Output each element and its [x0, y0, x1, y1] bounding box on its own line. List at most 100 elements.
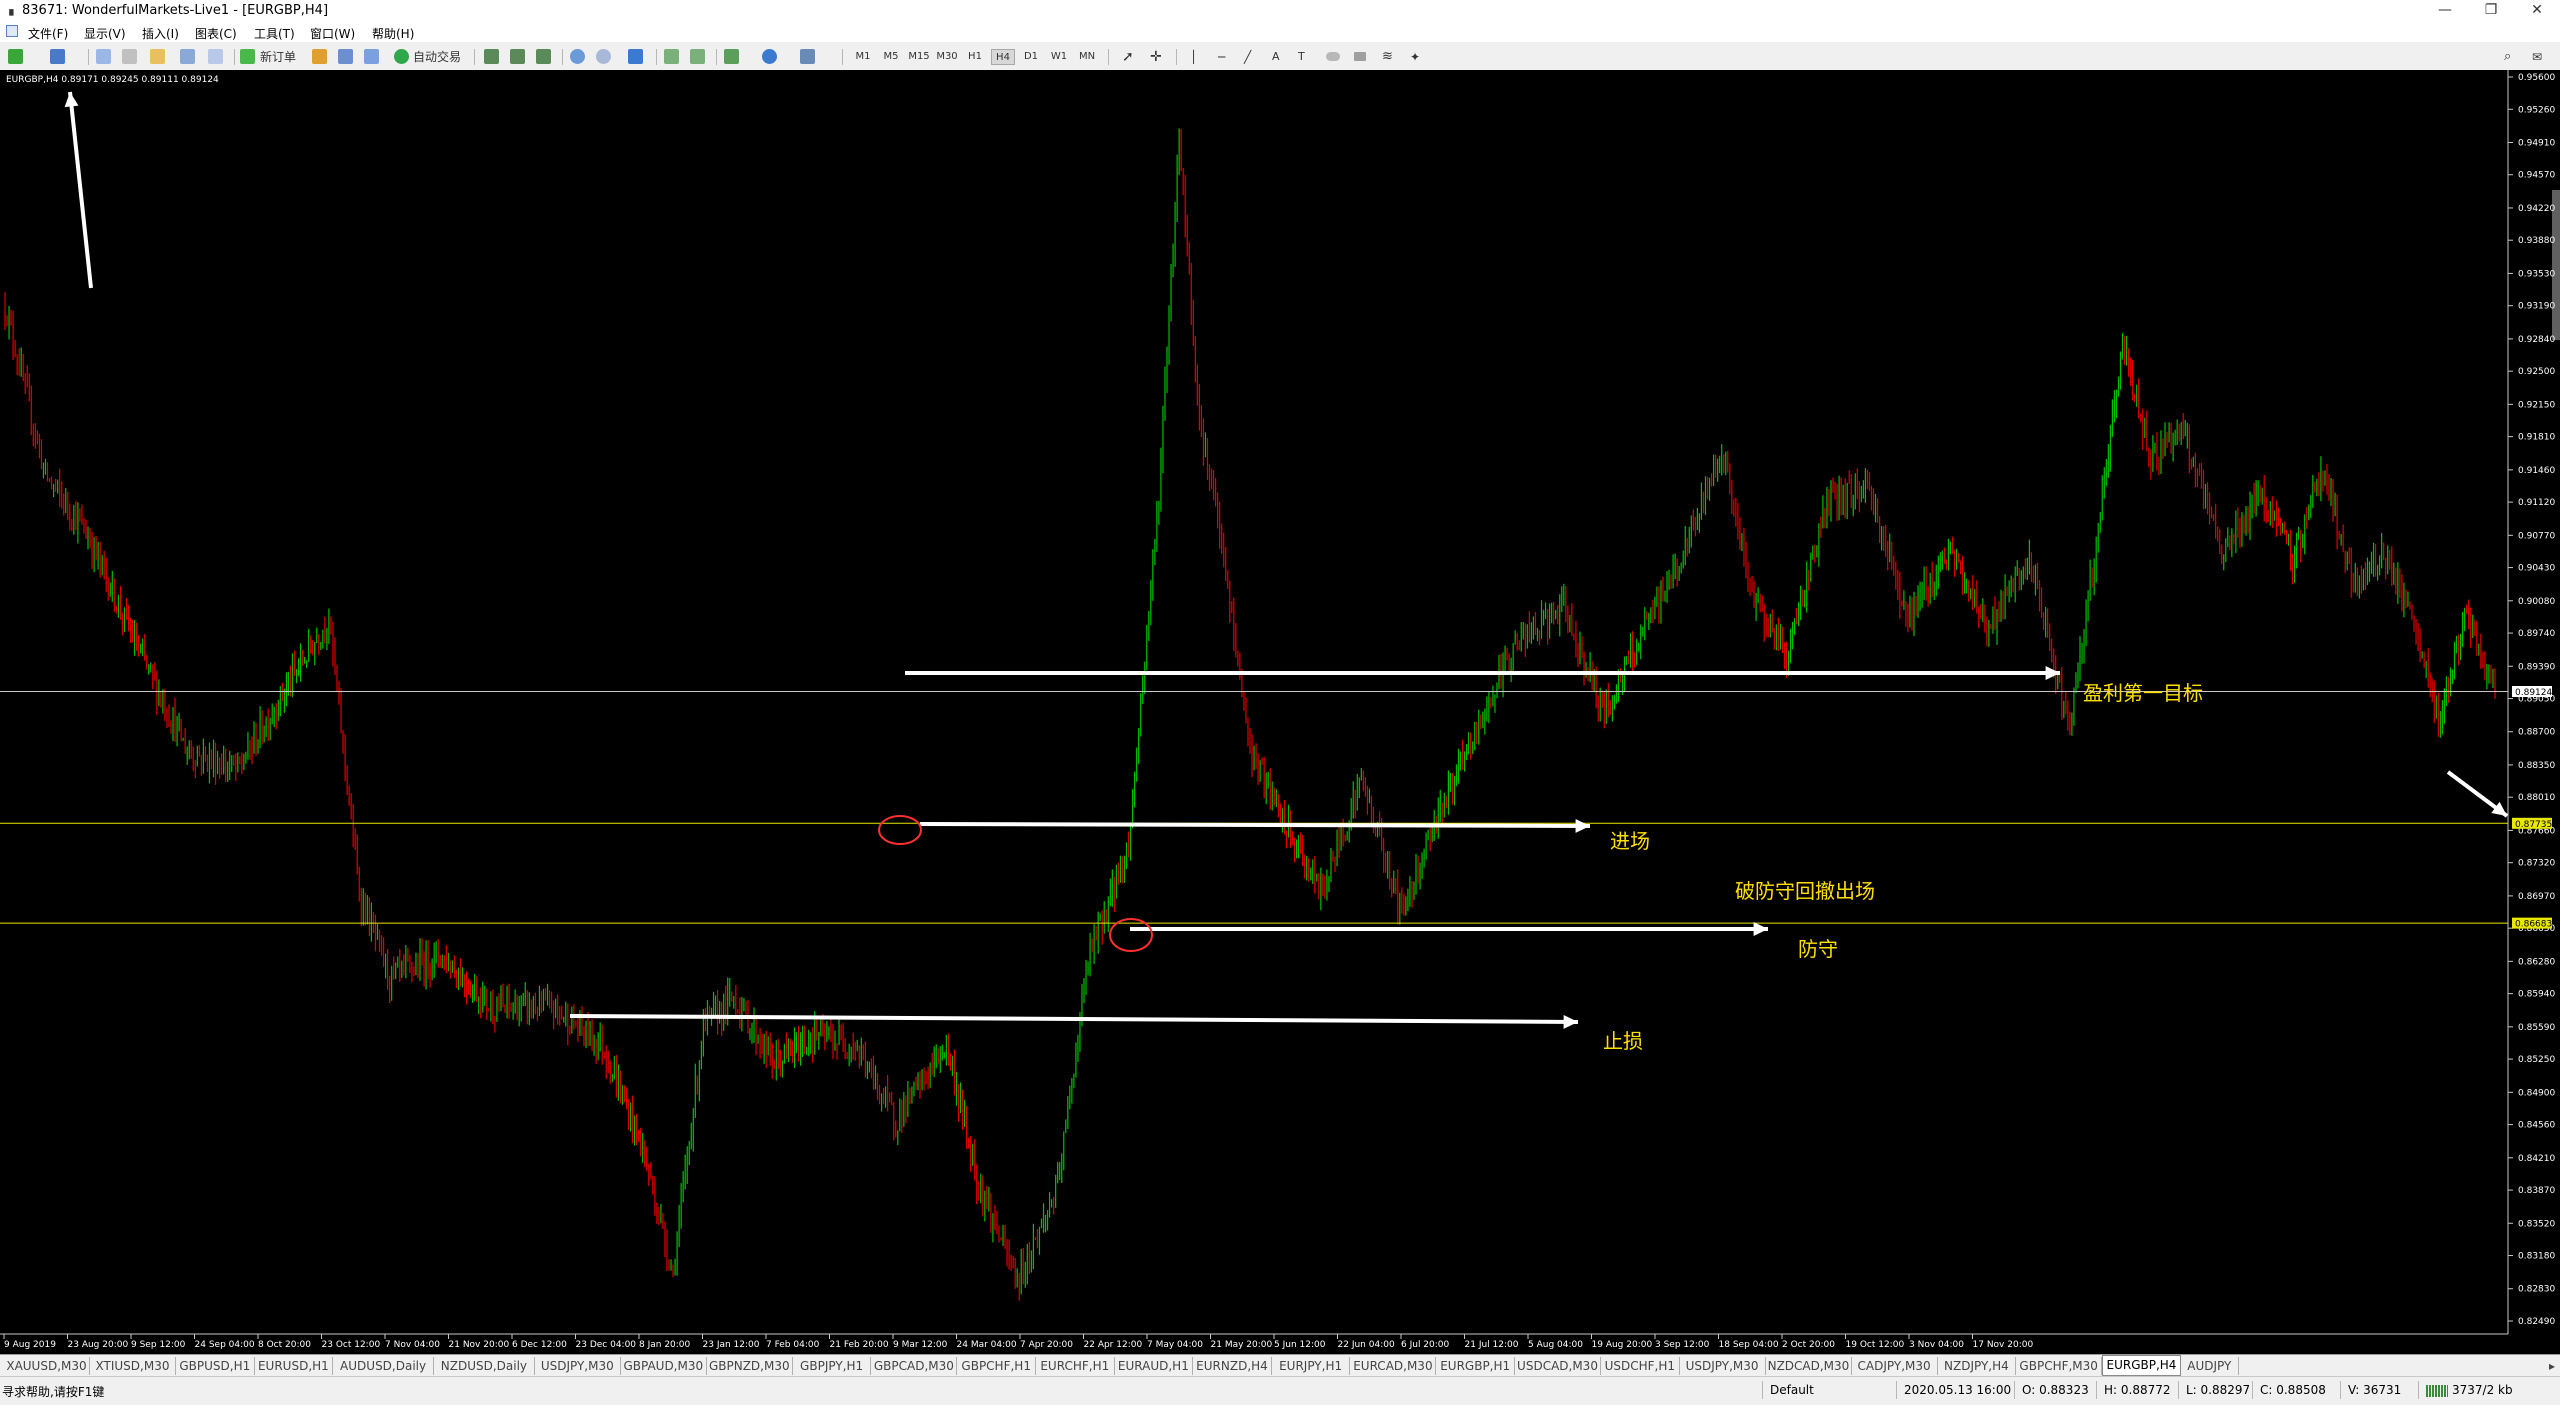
symbol-tab[interactable]: EURGBP,H1 [1436, 1357, 1515, 1375]
document-icon [6, 25, 18, 37]
market-watch-icon[interactable] [96, 49, 111, 64]
fibonacci-icon[interactable]: ≋ [1382, 48, 1393, 66]
symbol-tab[interactable]: GBPNZD,M30 [707, 1357, 793, 1375]
symbol-tab[interactable]: GBPUSD,H1 [176, 1357, 255, 1375]
timeframe-m30[interactable]: M30 [935, 49, 959, 65]
data-window-icon[interactable] [122, 49, 137, 64]
symbol-tab[interactable]: AUDJPY [2181, 1357, 2239, 1375]
text-label-icon[interactable]: T [1298, 48, 1305, 66]
new-chart-icon[interactable] [8, 49, 23, 64]
symbol-tab[interactable]: USDJPY,M30 [1680, 1357, 1766, 1375]
symbol-tab[interactable]: EURAUD,H1 [1115, 1357, 1194, 1375]
symbol-tab[interactable]: EURCAD,M30 [1350, 1357, 1437, 1375]
symbol-tab[interactable]: GBPCAD,M30 [871, 1357, 958, 1375]
symbol-tab[interactable]: NZDUSD,Daily [434, 1357, 535, 1375]
tab-scroll-arrow-icon[interactable]: ▸ [2544, 1357, 2560, 1375]
templates-icon[interactable] [800, 49, 815, 64]
price-label: 0.94220 [2518, 204, 2555, 214]
symbol-tab[interactable]: USDJPY,M30 [535, 1357, 621, 1375]
trendline-icon[interactable]: ╱ [1244, 48, 1251, 66]
symbol-tab[interactable]: USDCHF,H1 [1601, 1357, 1680, 1375]
menu-view[interactable]: 显示(V) [84, 25, 126, 42]
time-label: 22 Jun 04:00 [1338, 1340, 1395, 1350]
indicators-icon[interactable] [724, 49, 739, 64]
time-label: 23 Dec 04:00 [576, 1340, 637, 1350]
status-datetime: 2020.05.13 16:00 [1904, 1383, 2012, 1397]
menu-tools[interactable]: 工具(T) [254, 25, 295, 42]
profiles-icon[interactable] [50, 49, 65, 64]
cursor-icon[interactable]: ➚ [1122, 48, 1134, 66]
tile-windows-icon[interactable] [628, 49, 643, 64]
restore-button[interactable]: ❐ [2468, 0, 2514, 22]
text-tool-icon[interactable]: A [1272, 48, 1280, 66]
timeframe-w1[interactable]: W1 [1047, 49, 1071, 65]
price-label: 0.92150 [2518, 400, 2555, 410]
timeframe-d1[interactable]: D1 [1019, 49, 1043, 65]
timeframe-m15[interactable]: M15 [907, 49, 931, 65]
search-icon[interactable]: ⌕ [2504, 48, 2511, 66]
menu-help[interactable]: 帮助(H) [372, 25, 414, 42]
title-bar: ▗ 83671: WonderfulMarkets-Live1 - [EURGB… [0, 0, 2560, 22]
entry-label: 进场 [1610, 829, 1650, 853]
timeframe-m1[interactable]: M1 [851, 49, 875, 65]
auto-trading-icon[interactable] [394, 49, 409, 64]
timeframe-m5[interactable]: M5 [879, 49, 903, 65]
price-label: 0.88350 [2518, 761, 2555, 771]
vertical-line-icon[interactable]: │ [1190, 48, 1197, 66]
ellipse-icon[interactable] [1326, 52, 1340, 61]
symbol-tab[interactable]: GBPCHF,M30 [2016, 1357, 2103, 1375]
line-chart-icon[interactable] [536, 49, 551, 64]
time-label: 5 Aug 04:00 [1528, 1340, 1583, 1350]
auto-trading-button[interactable]: 自动交易 [413, 48, 461, 66]
zoom-in-icon[interactable] [570, 49, 585, 64]
minimize-button[interactable]: — [2422, 0, 2468, 22]
candlesticks-icon[interactable] [510, 49, 525, 64]
signals-icon[interactable] [338, 49, 353, 64]
symbol-tab[interactable]: USDCAD,M30 [1515, 1357, 1601, 1375]
symbol-tab[interactable]: CADJPY,M30 [1852, 1357, 1938, 1375]
symbol-tab[interactable]: EURCHF,H1 [1036, 1357, 1115, 1375]
symbol-tab[interactable]: EURGBP,H4 [2102, 1355, 2181, 1376]
time-label: 21 Jul 12:00 [1465, 1340, 1519, 1350]
metaeditor-icon[interactable] [312, 49, 327, 64]
market-icon[interactable] [364, 49, 379, 64]
timeframe-h4[interactable]: H4 [991, 49, 1015, 65]
menu-insert[interactable]: 插入(I) [142, 25, 179, 42]
price-label: 0.84900 [2518, 1088, 2555, 1098]
new-order-icon[interactable] [240, 49, 255, 64]
menu-charts[interactable]: 图表(C) [195, 25, 237, 42]
strategy-tester-icon[interactable] [208, 49, 223, 64]
menu-window[interactable]: 窗口(W) [310, 25, 355, 42]
bar-chart-icon[interactable] [484, 49, 499, 64]
symbol-tab[interactable]: EURNZD,H4 [1193, 1357, 1272, 1375]
timeframe-mn[interactable]: MN [1075, 49, 1099, 65]
chat-icon[interactable]: ✉ [2532, 48, 2542, 66]
price-chart[interactable]: 0.95600 0.95260 0.94910 0.94570 0.94220 0.938… [0, 70, 2560, 1354]
zoom-out-icon[interactable] [596, 49, 611, 64]
chart-shift-icon[interactable] [664, 49, 679, 64]
close-button[interactable]: ✕ [2514, 0, 2560, 22]
price-label: 0.91460 [2518, 466, 2555, 476]
auto-scroll-icon[interactable] [690, 49, 705, 64]
rectangle-icon[interactable] [1354, 52, 1366, 61]
navigator-icon[interactable] [150, 49, 165, 64]
symbol-tab[interactable]: XAUUSD,M30 [4, 1357, 90, 1375]
horizontal-line-icon[interactable]: ─ [1218, 48, 1225, 66]
symbol-tab[interactable]: NZDJPY,H4 [1938, 1357, 2017, 1375]
arrows-icon[interactable]: ✦ [1410, 48, 1420, 66]
connection-icon [2426, 1385, 2448, 1397]
timeframe-h1[interactable]: H1 [963, 49, 987, 65]
symbol-tab[interactable]: AUDUSD,Daily [333, 1357, 434, 1375]
crosshair-icon[interactable]: ✛ [1150, 48, 1162, 66]
symbol-tab[interactable]: GBPAUD,M30 [621, 1357, 707, 1375]
menu-file[interactable]: 文件(F) [28, 25, 68, 42]
periods-icon[interactable] [762, 49, 777, 64]
symbol-tab[interactable]: GBPCHF,H1 [957, 1357, 1036, 1375]
symbol-tab[interactable]: GBPJPY,H1 [793, 1357, 872, 1375]
symbol-tab[interactable]: EURUSD,H1 [255, 1357, 334, 1375]
symbol-tab[interactable]: EURJPY,H1 [1272, 1357, 1351, 1375]
symbol-tab[interactable]: XTIUSD,M30 [90, 1357, 176, 1375]
terminal-icon[interactable] [180, 49, 195, 64]
symbol-tab[interactable]: NZDCAD,M30 [1766, 1357, 1852, 1375]
new-order-button[interactable]: 新订单 [260, 48, 296, 66]
